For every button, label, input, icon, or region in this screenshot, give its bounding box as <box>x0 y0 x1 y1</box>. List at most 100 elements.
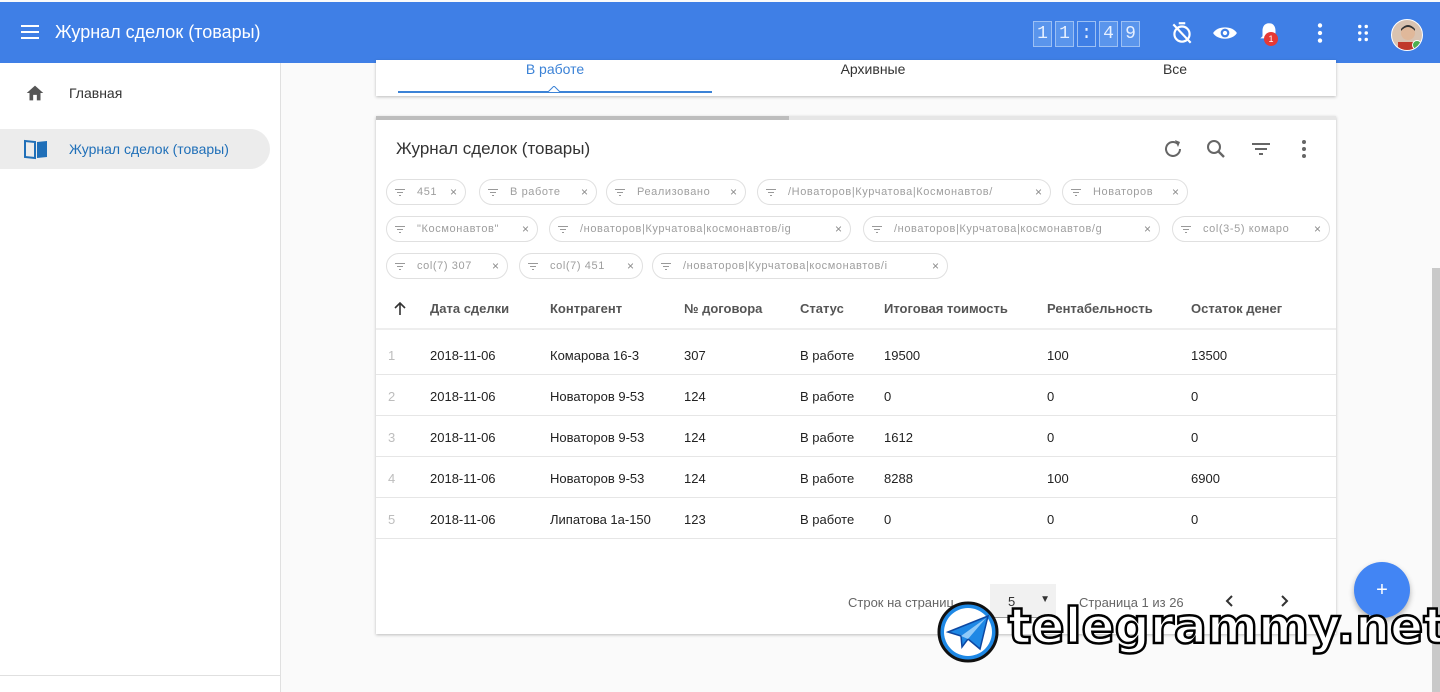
column-header-status[interactable]: Статус <box>800 301 844 316</box>
remove-chip-icon[interactable]: × <box>571 185 588 199</box>
cell-total-cost: 1612 <box>884 430 913 445</box>
remove-chip-icon[interactable]: × <box>440 185 457 199</box>
search-icon[interactable] <box>1204 137 1228 161</box>
remove-chip-icon[interactable]: × <box>922 259 939 273</box>
remove-chip-icon[interactable]: × <box>1025 185 1042 199</box>
bell-icon[interactable]: 1 <box>1256 20 1282 46</box>
more-vert-icon[interactable] <box>1292 137 1316 161</box>
more-vert-icon[interactable] <box>1307 20 1333 46</box>
tab-archived[interactable]: Архивные <box>712 60 1034 96</box>
filter-icon <box>395 226 405 233</box>
filter-chip-label: col(3-5) комаро <box>1203 223 1290 235</box>
filter-icon[interactable] <box>1249 137 1273 161</box>
table-row[interactable]: 1 2018-11-06 Комарова 16-3 307 В работе 19500… <box>376 334 1336 375</box>
sidebar-item-home[interactable]: Главная <box>0 73 270 113</box>
remove-chip-icon[interactable]: × <box>617 259 634 273</box>
paper-plane-logo-icon <box>936 601 1000 663</box>
sidebar-item-label: Журнал сделок (товары) <box>69 141 229 157</box>
book-icon <box>24 138 47 160</box>
sort-arrow-up-icon[interactable] <box>394 301 406 316</box>
table-row[interactable]: 5 2018-11-06 Липатова 1а-150 123 В работе 0 0 0 <box>376 498 1336 539</box>
sidebar-item-deals-journal[interactable]: Журнал сделок (товары) <box>0 129 270 169</box>
table-row[interactable]: 3 2018-11-06 Новаторов 9-53 124 В работе 1612… <box>376 416 1336 457</box>
filter-icon <box>395 263 405 270</box>
filter-chip[interactable]: /новаторов|Курчатова|космонавтов/g × <box>863 216 1160 242</box>
menu-icon[interactable] <box>18 20 42 44</box>
divider <box>0 675 280 676</box>
refresh-icon[interactable] <box>1161 137 1185 161</box>
cell-counterparty: Новаторов 9-53 <box>550 471 645 486</box>
filter-icon <box>661 263 671 270</box>
cell-status: В работе <box>800 471 855 486</box>
column-header-contract-number[interactable]: № договора <box>684 301 762 316</box>
cell-money-balance: 0 <box>1191 512 1199 527</box>
notification-badge: 1 <box>1264 32 1278 46</box>
tab-indicator-caret <box>548 86 560 92</box>
filter-chip-label: В работе <box>510 186 561 198</box>
watermark: telegrammy.net <box>936 597 1440 666</box>
cell-money-balance: 13500 <box>1191 348 1228 363</box>
filter-chip[interactable]: /новаторов|Курчатова|космонавтов/i × <box>652 253 948 279</box>
filter-chip-label: Реализовано <box>637 186 711 198</box>
deals-table-card: Журнал сделок (товары) 451 × В работе × Реал… <box>376 116 1336 634</box>
cell-contract-number: 124 <box>684 389 706 404</box>
column-header-total-cost[interactable]: Итоговая тоимость <box>884 301 1008 316</box>
clock-digit: 1 <box>1055 21 1074 47</box>
sidebar-item-label: Главная <box>69 85 123 101</box>
filter-icon <box>528 263 538 270</box>
cell-date: 2018-11-06 <box>430 512 496 527</box>
remove-chip-icon[interactable]: × <box>512 222 529 236</box>
filter-chip[interactable]: Новаторов × <box>1062 179 1188 205</box>
filter-chip-label: "Космонавтов" <box>417 223 499 235</box>
remove-chip-icon[interactable]: × <box>1162 185 1179 199</box>
filter-chip[interactable]: В работе × <box>479 179 597 205</box>
filter-icon <box>766 189 776 196</box>
column-header-counterparty[interactable]: Контрагент <box>550 301 622 316</box>
filter-chip-label: /новаторов|Курчатова|космонавтов/ig <box>580 223 792 235</box>
filter-icon <box>615 189 625 196</box>
timer-off-icon[interactable] <box>1169 20 1195 46</box>
filter-chip[interactable]: col(3-5) комаро × <box>1172 216 1330 242</box>
cell-counterparty: Комарова 16-3 <box>550 348 640 363</box>
remove-chip-icon[interactable]: × <box>482 259 499 273</box>
filter-icon <box>1071 189 1081 196</box>
clock-digit: 9 <box>1121 21 1140 47</box>
table-row[interactable]: 2 2018-11-06 Новаторов 9-53 124 В работе 0 0 0 <box>376 375 1336 416</box>
cell-status: В работе <box>800 512 855 527</box>
filter-chip[interactable]: col(7) 307 × <box>386 253 508 279</box>
remove-chip-icon[interactable]: × <box>825 222 842 236</box>
progress-bar <box>376 116 1336 120</box>
tab-all[interactable]: Все <box>1034 60 1316 96</box>
avatar[interactable] <box>1391 19 1423 51</box>
cell-row-number: 3 <box>388 430 396 445</box>
filter-chip[interactable]: /новаторов|Курчатова|космонавтов/ig × <box>549 216 851 242</box>
filter-chip[interactable]: Реализовано × <box>606 179 746 205</box>
filter-chip[interactable]: "Космонавтов" × <box>386 216 538 242</box>
filter-chip[interactable]: /Новаторов|Курчатова|Космонавтов/ × <box>757 179 1051 205</box>
cell-profitability: 100 <box>1047 348 1069 363</box>
cell-status: В работе <box>800 430 855 445</box>
column-header-profitability[interactable]: Рентабельность <box>1047 301 1153 316</box>
cell-status: В работе <box>800 389 855 404</box>
tabs-bar: В работе Архивные Все <box>376 60 1336 96</box>
cell-total-cost: 19500 <box>884 348 921 363</box>
cell-contract-number: 123 <box>684 512 706 527</box>
column-header-money-balance[interactable]: Остаток денег <box>1191 301 1282 316</box>
cell-contract-number: 307 <box>684 348 706 363</box>
remove-chip-icon[interactable]: × <box>1304 222 1321 236</box>
table-row[interactable]: 4 2018-11-06 Новаторов 9-53 124 В работе 8288… <box>376 457 1336 498</box>
remove-chip-icon[interactable]: × <box>1134 222 1151 236</box>
table-header: Дата сделки Контрагент № договора Статус… <box>376 288 1336 330</box>
home-icon <box>24 82 46 104</box>
filter-chip[interactable]: 451 × <box>386 179 466 205</box>
cell-money-balance: 0 <box>1191 389 1199 404</box>
column-header-date[interactable]: Дата сделки <box>430 301 509 316</box>
eye-icon[interactable] <box>1212 20 1238 46</box>
filter-chip-label: col(7) 451 <box>550 260 605 272</box>
filter-chip-label: Новаторов <box>1093 186 1154 198</box>
remove-chip-icon[interactable]: × <box>720 185 737 199</box>
cell-date: 2018-11-06 <box>430 389 496 404</box>
cell-status: В работе <box>800 348 855 363</box>
filter-chip[interactable]: col(7) 451 × <box>519 253 643 279</box>
apps-icon[interactable] <box>1350 20 1376 46</box>
